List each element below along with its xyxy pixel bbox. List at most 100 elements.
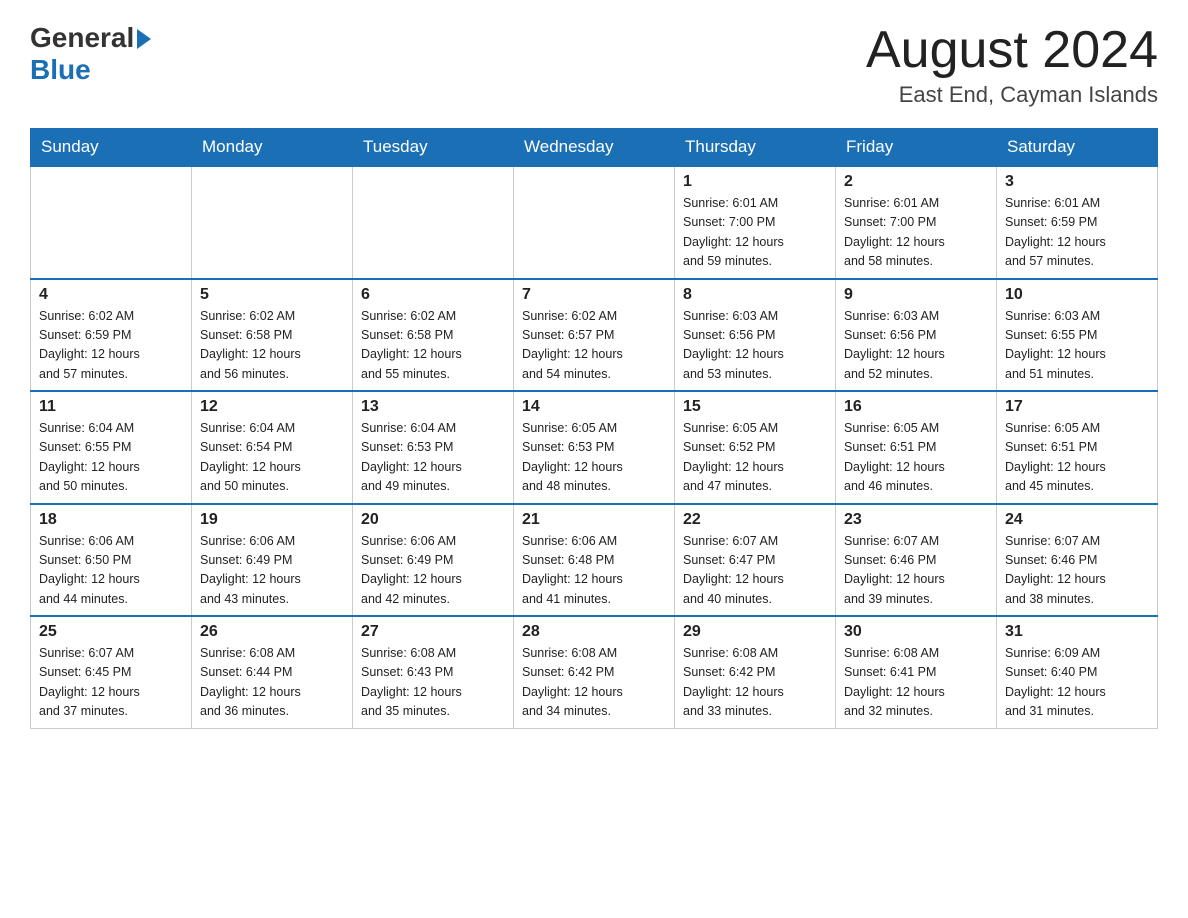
calendar-cell: 26 Sunrise: 6:08 AM Sunset: 6:44 PM Dayli… — [192, 616, 353, 728]
calendar-cell: 10Sunrise: 6:03 AM Sunset: 6:55 PM Dayli… — [997, 279, 1158, 392]
day-info: Sunrise: 6:08 AM Sunset: 6:44 PM Dayligh… — [200, 644, 344, 722]
day-number: 25 — [39, 623, 183, 641]
calendar-cell: 28 Sunrise: 6:08 AM Sunset: 6:42 PM Dayli… — [514, 616, 675, 728]
calendar-cell: 23Sunrise: 6:07 AM Sunset: 6:46 PM Dayli… — [836, 504, 997, 617]
calendar-cell: 4 Sunrise: 6:02 AM Sunset: 6:59 PM Daylig… — [31, 279, 192, 392]
month-title: August 2024 — [866, 24, 1158, 76]
day-info: Sunrise: 6:06 AM Sunset: 6:49 PM Dayligh… — [361, 532, 505, 610]
day-number: 8 — [683, 286, 827, 304]
day-number: 9 — [844, 286, 988, 304]
day-number: 31 — [1005, 623, 1149, 641]
day-number: 26 — [200, 623, 344, 641]
day-number: 14 — [522, 398, 666, 416]
logo-arrow-icon — [137, 29, 151, 49]
day-number: 29 — [683, 623, 827, 641]
week-row-3: 11 Sunrise: 6:04 AM Sunset: 6:55 PM Dayli… — [31, 391, 1158, 504]
day-number: 16 — [844, 398, 988, 416]
day-number: 27 — [361, 623, 505, 641]
day-number: 28 — [522, 623, 666, 641]
day-info: Sunrise: 6:08 AM Sunset: 6:42 PM Dayligh… — [522, 644, 666, 722]
day-info: Sunrise: 6:01 AM Sunset: 7:00 PM Dayligh… — [844, 194, 988, 272]
day-info: Sunrise: 6:02 AM Sunset: 6:57 PM Dayligh… — [522, 307, 666, 385]
day-number: 15 — [683, 398, 827, 416]
calendar-cell — [31, 166, 192, 279]
week-row-2: 4 Sunrise: 6:02 AM Sunset: 6:59 PM Daylig… — [31, 279, 1158, 392]
day-number: 3 — [1005, 173, 1149, 191]
calendar-cell: 25 Sunrise: 6:07 AM Sunset: 6:45 PM Dayli… — [31, 616, 192, 728]
calendar-cell: 1Sunrise: 6:01 AM Sunset: 7:00 PM Daylig… — [675, 166, 836, 279]
day-number: 24 — [1005, 511, 1149, 529]
calendar-cell: 17 Sunrise: 6:05 AM Sunset: 6:51 PM Dayli… — [997, 391, 1158, 504]
calendar-cell: 19 Sunrise: 6:06 AM Sunset: 6:49 PM Dayli… — [192, 504, 353, 617]
calendar-cell — [353, 166, 514, 279]
day-info: Sunrise: 6:05 AM Sunset: 6:51 PM Dayligh… — [844, 419, 988, 497]
day-info: Sunrise: 6:05 AM Sunset: 6:51 PM Dayligh… — [1005, 419, 1149, 497]
day-number: 17 — [1005, 398, 1149, 416]
day-info: Sunrise: 6:01 AM Sunset: 7:00 PM Dayligh… — [683, 194, 827, 272]
logo-blue: Blue — [30, 54, 91, 86]
day-number: 6 — [361, 286, 505, 304]
calendar-cell: 31Sunrise: 6:09 AM Sunset: 6:40 PM Dayli… — [997, 616, 1158, 728]
day-info: Sunrise: 6:06 AM Sunset: 6:49 PM Dayligh… — [200, 532, 344, 610]
calendar-cell: 21 Sunrise: 6:06 AM Sunset: 6:48 PM Dayli… — [514, 504, 675, 617]
calendar-cell: 12 Sunrise: 6:04 AM Sunset: 6:54 PM Dayli… — [192, 391, 353, 504]
weekday-header-wednesday: Wednesday — [514, 129, 675, 167]
calendar-cell: 27 Sunrise: 6:08 AM Sunset: 6:43 PM Dayli… — [353, 616, 514, 728]
calendar-cell: 3 Sunrise: 6:01 AM Sunset: 6:59 PM Daylig… — [997, 166, 1158, 279]
day-info: Sunrise: 6:08 AM Sunset: 6:42 PM Dayligh… — [683, 644, 827, 722]
weekday-header-sunday: Sunday — [31, 129, 192, 167]
day-info: Sunrise: 6:04 AM Sunset: 6:54 PM Dayligh… — [200, 419, 344, 497]
day-number: 11 — [39, 398, 183, 416]
day-info: Sunrise: 6:07 AM Sunset: 6:46 PM Dayligh… — [844, 532, 988, 610]
weekday-header-tuesday: Tuesday — [353, 129, 514, 167]
day-info: Sunrise: 6:05 AM Sunset: 6:53 PM Dayligh… — [522, 419, 666, 497]
day-info: Sunrise: 6:08 AM Sunset: 6:43 PM Dayligh… — [361, 644, 505, 722]
calendar-cell: 22 Sunrise: 6:07 AM Sunset: 6:47 PM Dayli… — [675, 504, 836, 617]
weekday-header-row: SundayMondayTuesdayWednesdayThursdayFrid… — [31, 129, 1158, 167]
day-number: 13 — [361, 398, 505, 416]
calendar-cell: 9 Sunrise: 6:03 AM Sunset: 6:56 PM Daylig… — [836, 279, 997, 392]
day-info: Sunrise: 6:06 AM Sunset: 6:50 PM Dayligh… — [39, 532, 183, 610]
day-number: 4 — [39, 286, 183, 304]
day-info: Sunrise: 6:03 AM Sunset: 6:56 PM Dayligh… — [844, 307, 988, 385]
day-info: Sunrise: 6:03 AM Sunset: 6:56 PM Dayligh… — [683, 307, 827, 385]
calendar-cell: 24Sunrise: 6:07 AM Sunset: 6:46 PM Dayli… — [997, 504, 1158, 617]
day-number: 21 — [522, 511, 666, 529]
day-info: Sunrise: 6:08 AM Sunset: 6:41 PM Dayligh… — [844, 644, 988, 722]
calendar-cell — [192, 166, 353, 279]
logo-general: General — [30, 24, 134, 52]
day-number: 10 — [1005, 286, 1149, 304]
day-info: Sunrise: 6:02 AM Sunset: 6:59 PM Dayligh… — [39, 307, 183, 385]
title-block: August 2024 East End, Cayman Islands — [866, 24, 1158, 108]
day-number: 12 — [200, 398, 344, 416]
weekday-header-saturday: Saturday — [997, 129, 1158, 167]
day-number: 5 — [200, 286, 344, 304]
calendar-cell: 2Sunrise: 6:01 AM Sunset: 7:00 PM Daylig… — [836, 166, 997, 279]
calendar-cell: 8 Sunrise: 6:03 AM Sunset: 6:56 PM Daylig… — [675, 279, 836, 392]
calendar-cell: 16 Sunrise: 6:05 AM Sunset: 6:51 PM Dayli… — [836, 391, 997, 504]
weekday-header-monday: Monday — [192, 129, 353, 167]
calendar-cell: 13Sunrise: 6:04 AM Sunset: 6:53 PM Dayli… — [353, 391, 514, 504]
day-number: 19 — [200, 511, 344, 529]
week-row-5: 25 Sunrise: 6:07 AM Sunset: 6:45 PM Dayli… — [31, 616, 1158, 728]
calendar-table: SundayMondayTuesdayWednesdayThursdayFrid… — [30, 128, 1158, 729]
day-number: 18 — [39, 511, 183, 529]
page-header: General Blue August 2024 East End, Cayma… — [30, 24, 1158, 108]
day-number: 30 — [844, 623, 988, 641]
calendar-cell: 6Sunrise: 6:02 AM Sunset: 6:58 PM Daylig… — [353, 279, 514, 392]
day-info: Sunrise: 6:04 AM Sunset: 6:55 PM Dayligh… — [39, 419, 183, 497]
week-row-1: 1Sunrise: 6:01 AM Sunset: 7:00 PM Daylig… — [31, 166, 1158, 279]
day-info: Sunrise: 6:06 AM Sunset: 6:48 PM Dayligh… — [522, 532, 666, 610]
day-info: Sunrise: 6:07 AM Sunset: 6:45 PM Dayligh… — [39, 644, 183, 722]
logo: General Blue — [30, 24, 151, 86]
calendar-cell: 18 Sunrise: 6:06 AM Sunset: 6:50 PM Dayli… — [31, 504, 192, 617]
day-number: 22 — [683, 511, 827, 529]
day-info: Sunrise: 6:05 AM Sunset: 6:52 PM Dayligh… — [683, 419, 827, 497]
day-info: Sunrise: 6:07 AM Sunset: 6:47 PM Dayligh… — [683, 532, 827, 610]
calendar-cell: 30 Sunrise: 6:08 AM Sunset: 6:41 PM Dayli… — [836, 616, 997, 728]
location: East End, Cayman Islands — [866, 82, 1158, 108]
weekday-header-thursday: Thursday — [675, 129, 836, 167]
calendar-cell: 15 Sunrise: 6:05 AM Sunset: 6:52 PM Dayli… — [675, 391, 836, 504]
day-info: Sunrise: 6:01 AM Sunset: 6:59 PM Dayligh… — [1005, 194, 1149, 272]
day-number: 7 — [522, 286, 666, 304]
